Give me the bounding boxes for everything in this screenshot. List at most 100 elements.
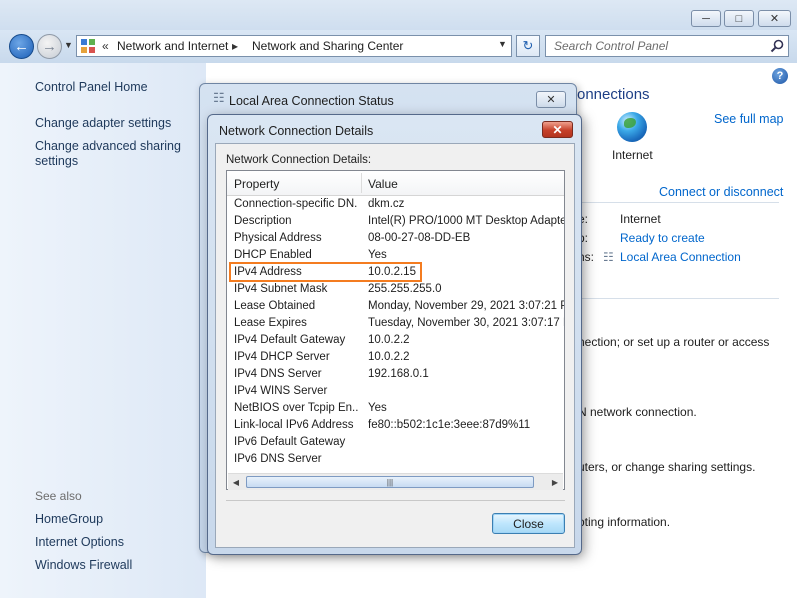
row-property: Physical Address bbox=[234, 232, 322, 244]
refresh-icon: ↻ bbox=[522, 38, 534, 53]
table-row[interactable]: IPv4 DNS Server 192.168.0.1 bbox=[227, 367, 564, 384]
row-value: Yes bbox=[368, 402, 387, 414]
row-value: 08-00-27-08-DD-EB bbox=[368, 232, 471, 244]
sidebar-item-homegroup[interactable]: HomeGroup bbox=[35, 512, 103, 527]
back-arrow-icon: ← bbox=[14, 38, 29, 55]
row-property: IPv4 DNS Server bbox=[234, 368, 322, 380]
recent-pages-dropdown[interactable]: ▼ bbox=[64, 40, 73, 50]
close-button[interactable]: Close bbox=[492, 513, 565, 534]
row-value: 10.0.2.2 bbox=[368, 334, 410, 346]
row-value: 255.255.255.0 bbox=[368, 283, 442, 295]
row-value: Tuesday, November 30, 2021 3:07:17 PM bbox=[368, 317, 565, 329]
homegroup-link[interactable]: Ready to create bbox=[620, 231, 705, 245]
breadcrumb-separator-icon[interactable]: ▸ bbox=[232, 39, 238, 53]
table-row[interactable]: Link-local IPv6 Address fe80::b502:1c1e:3… bbox=[227, 418, 564, 435]
row-property: IPv4 DHCP Server bbox=[234, 351, 330, 363]
table-row[interactable]: IPv6 Default Gateway bbox=[227, 435, 564, 452]
minimize-icon: ─ bbox=[702, 12, 710, 25]
row-value: 10.0.2.2 bbox=[368, 351, 410, 363]
scroll-left-icon[interactable]: ◀ bbox=[228, 474, 244, 490]
address-bar[interactable]: « Network and Internet ▸ Network and Sha… bbox=[76, 35, 512, 57]
details-list[interactable]: Property Value Connection-specific DN...… bbox=[226, 170, 565, 490]
status-dialog-close-button[interactable]: ✕ bbox=[536, 91, 566, 108]
network-adapter-icon: ☷ bbox=[213, 90, 225, 105]
access-type-value: Internet bbox=[620, 212, 661, 226]
internet-label: Internet bbox=[612, 148, 653, 162]
close-icon: ✕ bbox=[546, 94, 556, 106]
row-value: Intel(R) PRO/1000 MT Desktop Adapter bbox=[368, 215, 565, 227]
minimize-button[interactable]: ─ bbox=[691, 10, 721, 27]
close-icon: ✕ bbox=[769, 13, 780, 25]
row-property: Connection-specific DN... bbox=[234, 198, 358, 210]
breadcrumb-overflow[interactable]: « bbox=[102, 39, 109, 53]
see-also-heading: See also bbox=[35, 489, 82, 503]
section-divider bbox=[580, 298, 779, 299]
see-full-map-link[interactable]: See full map bbox=[714, 112, 783, 126]
row-value: Monday, November 29, 2021 3:07:21 PM bbox=[368, 300, 565, 312]
sidebar-item-windows-firewall[interactable]: Windows Firewall bbox=[35, 558, 132, 573]
breadcrumb-network-sharing-center[interactable]: Network and Sharing Center bbox=[252, 39, 403, 53]
details-dialog-title: Network Connection Details bbox=[219, 124, 374, 138]
details-label: Network Connection Details: bbox=[226, 154, 372, 166]
forward-arrow-icon: → bbox=[42, 38, 57, 55]
search-input[interactable]: Search Control Panel bbox=[545, 35, 789, 57]
forward-button[interactable]: → bbox=[37, 34, 62, 59]
horizontal-scrollbar[interactable]: ◀ ||| ▶ bbox=[228, 473, 563, 490]
sidebar-item-control-panel-home[interactable]: Control Panel Home bbox=[35, 80, 148, 95]
connect-or-disconnect-link[interactable]: Connect or disconnect bbox=[659, 185, 783, 199]
search-icon[interactable] bbox=[770, 39, 784, 53]
ipv4-highlight-box bbox=[229, 262, 422, 282]
task-text-fragment: N network connection. bbox=[578, 405, 697, 419]
table-row[interactable]: IPv4 DHCP Server 10.0.2.2 bbox=[227, 350, 564, 367]
window-close-button[interactable]: ✕ bbox=[758, 10, 791, 27]
list-header: Property Value bbox=[227, 171, 564, 196]
refresh-button[interactable]: ↻ bbox=[516, 35, 540, 57]
maximize-icon: □ bbox=[735, 12, 743, 25]
row-property: IPv4 Default Gateway bbox=[234, 334, 346, 346]
help-icon[interactable]: ? bbox=[772, 68, 788, 84]
table-row[interactable]: IPv6 DNS Server bbox=[227, 452, 564, 469]
task-text-fragment: oting information. bbox=[578, 515, 671, 529]
breadcrumb-network-and-internet[interactable]: Network and Internet bbox=[117, 39, 228, 53]
table-row[interactable]: NetBIOS over Tcpip En... Yes bbox=[227, 401, 564, 418]
row-property: Description bbox=[234, 215, 292, 227]
search-placeholder: Search Control Panel bbox=[554, 39, 669, 53]
maximize-button[interactable]: □ bbox=[724, 10, 754, 27]
column-header-value[interactable]: Value bbox=[368, 177, 398, 191]
table-row[interactable]: Lease Expires Tuesday, November 30, 2021 … bbox=[227, 316, 564, 333]
details-dialog-close-button[interactable]: ✕ bbox=[542, 121, 573, 138]
table-row[interactable]: Connection-specific DN... dkm.cz bbox=[227, 197, 564, 214]
row-property: IPv6 DNS Server bbox=[234, 453, 322, 465]
table-row[interactable]: IPv4 WINS Server bbox=[227, 384, 564, 401]
task-text-fragment: nection; or set up a router or access bbox=[578, 335, 770, 349]
row-value: 192.168.0.1 bbox=[368, 368, 429, 380]
address-dropdown-icon[interactable]: ▼ bbox=[498, 39, 507, 49]
table-row[interactable]: IPv4 Subnet Mask 255.255.255.0 bbox=[227, 282, 564, 299]
row-property: Link-local IPv6 Address bbox=[234, 419, 354, 431]
section-divider bbox=[580, 202, 779, 203]
table-row[interactable]: Description Intel(R) PRO/1000 MT Desktop … bbox=[227, 214, 564, 231]
table-row[interactable]: Lease Obtained Monday, November 29, 2021 … bbox=[227, 299, 564, 316]
sidebar-item-internet-options[interactable]: Internet Options bbox=[35, 535, 124, 550]
column-header-property[interactable]: Property bbox=[234, 177, 279, 191]
local-area-connection-link[interactable]: Local Area Connection bbox=[620, 250, 741, 264]
control-panel-icon bbox=[81, 39, 95, 53]
back-button[interactable]: ← bbox=[9, 34, 34, 59]
page-heading-fragment: onnections bbox=[577, 86, 650, 103]
sidebar-item-change-adapter-settings[interactable]: Change adapter settings bbox=[35, 116, 171, 131]
title-bar bbox=[0, 0, 797, 30]
sidebar-item-change-advanced-sharing[interactable]: Change advanced sharing settings bbox=[35, 139, 195, 169]
row-property: IPv4 WINS Server bbox=[234, 385, 328, 397]
chevron-down-icon: ▼ bbox=[64, 40, 73, 50]
scroll-right-icon[interactable]: ▶ bbox=[547, 474, 563, 490]
task-text-fragment: uters, or change sharing settings. bbox=[578, 460, 756, 474]
row-value: dkm.cz bbox=[368, 198, 405, 210]
row-value: fe80::b502:1c1e:3eee:87d9%11 bbox=[368, 419, 531, 431]
row-property: IPv4 Subnet Mask bbox=[234, 283, 328, 295]
row-property: Lease Expires bbox=[234, 317, 307, 329]
scroll-thumb[interactable]: ||| bbox=[246, 476, 534, 488]
row-property: IPv6 Default Gateway bbox=[234, 436, 346, 448]
table-row[interactable]: Physical Address 08-00-27-08-DD-EB bbox=[227, 231, 564, 248]
column-divider[interactable] bbox=[361, 173, 362, 193]
table-row[interactable]: IPv4 Default Gateway 10.0.2.2 bbox=[227, 333, 564, 350]
